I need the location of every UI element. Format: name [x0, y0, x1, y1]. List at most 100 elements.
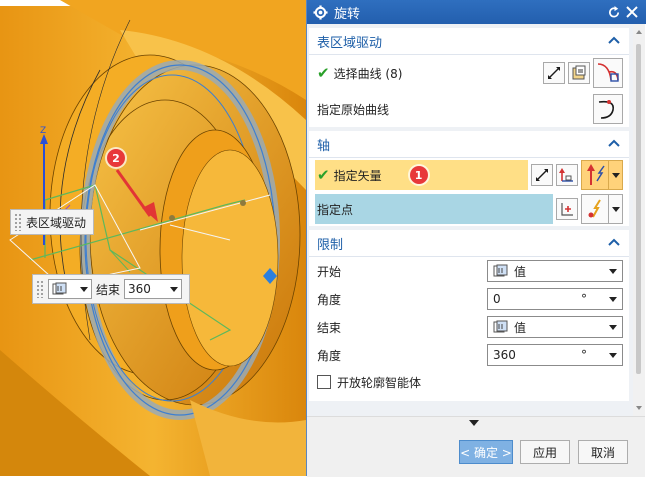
close-icon — [626, 6, 638, 18]
end-type-dropdown[interactable] — [48, 279, 92, 299]
value-type-icon — [52, 282, 67, 295]
chevron-down-icon — [609, 268, 617, 274]
revolve-dialog: 旋转 表区域驱动 ✔ 选择曲线 (8) 指定原始曲线 轴 ✔ 指定矢量 1 指定… — [306, 0, 646, 477]
reverse-direction-button[interactable] — [543, 62, 565, 84]
curve-rule-button[interactable] — [568, 62, 590, 84]
original-curve-button[interactable] — [593, 94, 623, 124]
vector-inference-button[interactable] — [581, 160, 609, 190]
group-limits: 限制 开始 值 角度 0 ° 结束 值 角度 360 ° 开放轮廓智能体 — [309, 230, 629, 401]
point-dialog-button[interactable] — [556, 198, 578, 220]
reverse-direction-icon — [548, 67, 560, 79]
dialog-content: 表区域驱动 ✔ 选择曲线 (8) 指定原始曲线 轴 ✔ 指定矢量 1 指定点 限… — [307, 24, 633, 416]
group-title: 限制 — [317, 237, 344, 253]
vector-dialog-button[interactable] — [556, 164, 578, 186]
close-button[interactable] — [624, 4, 640, 20]
group-title: 轴 — [317, 138, 331, 154]
callout-badge-2: 2 — [107, 149, 125, 167]
end-value-input[interactable]: 360 — [124, 279, 183, 299]
original-curve-label: 指定原始曲线 — [317, 102, 390, 117]
chevron-up-icon[interactable] — [607, 137, 621, 151]
surface-drive-label[interactable]: 表区域驱动 — [10, 209, 94, 235]
drag-grip[interactable] — [36, 280, 44, 298]
graphics-viewport[interactable]: Z 2 表区域驱动 结束 360 — [0, 0, 306, 476]
open-profile-checkbox[interactable] — [317, 375, 331, 389]
curve-icon — [598, 100, 615, 119]
end-angle-label: 角度 — [317, 348, 342, 363]
drag-grip[interactable] — [14, 213, 22, 231]
specify-vector-label: 指定矢量 — [333, 168, 382, 183]
select-curve-row[interactable]: ✔ 选择曲线 (8) — [309, 55, 629, 91]
dialog-scrollbar[interactable] — [633, 24, 645, 416]
dialog-footer: < 确定 > 应用 取消 — [307, 416, 645, 477]
start-type-value: 值 — [514, 264, 527, 279]
value-type-icon — [493, 264, 508, 277]
specify-point-label: 指定点 — [315, 194, 553, 224]
point-inference-button[interactable] — [581, 194, 609, 224]
degree-unit: ° — [581, 348, 587, 362]
degree-unit: ° — [581, 292, 587, 306]
group-title: 表区域驱动 — [317, 35, 383, 51]
end-angle-input[interactable]: 360 ° — [487, 344, 623, 366]
vector-constructor-icon — [559, 168, 573, 182]
select-curve-button[interactable] — [593, 58, 623, 88]
end-type-value: 值 — [514, 320, 527, 335]
start-angle-input[interactable]: 0 ° — [487, 288, 623, 310]
open-profile-row[interactable]: 开放轮廓智能体 — [309, 369, 629, 395]
dialog-title: 旋转 — [334, 6, 361, 22]
end-field-label: 结束 — [96, 282, 121, 297]
point-constructor-icon — [561, 203, 573, 216]
chevron-down-icon — [609, 324, 617, 330]
specify-vector-row[interactable]: ✔ 指定矢量 1 — [309, 158, 629, 192]
group-limits-header[interactable]: 限制 — [309, 230, 629, 257]
inferred-point-icon — [588, 199, 601, 218]
ok-button[interactable]: < 确定 > — [459, 440, 513, 464]
start-label: 开始 — [317, 264, 342, 279]
more-options-icon[interactable] — [469, 420, 479, 426]
vector-type-dropdown[interactable] — [609, 160, 623, 190]
original-curve-row[interactable]: 指定原始曲线 — [309, 91, 629, 127]
gear-icon — [313, 4, 328, 20]
chevron-up-icon[interactable] — [607, 34, 621, 48]
group-surface-drive: 表区域驱动 ✔ 选择曲线 (8) 指定原始曲线 — [309, 28, 629, 127]
start-type-select[interactable]: 值 — [487, 260, 623, 282]
specify-point-row[interactable]: 指定点 — [309, 192, 629, 226]
axis-z-label: Z — [40, 126, 46, 136]
end-value-toolbar[interactable]: 结束 360 — [32, 274, 190, 304]
chevron-down-icon — [80, 286, 88, 292]
inferred-vector-icon — [587, 164, 605, 185]
select-curve-icon — [597, 63, 619, 82]
point-type-dropdown[interactable] — [609, 194, 623, 224]
select-curve-label: 选择曲线 (8) — [333, 66, 403, 81]
end-type-select[interactable]: 值 — [487, 316, 623, 338]
cancel-button[interactable]: 取消 — [578, 440, 628, 464]
group-axis: 轴 ✔ 指定矢量 1 指定点 — [309, 131, 629, 226]
callout-badge-1: 1 — [409, 166, 428, 184]
open-profile-label: 开放轮廓智能体 — [337, 375, 422, 390]
dialog-titlebar[interactable]: 旋转 — [307, 0, 646, 24]
chevron-down-icon — [170, 286, 179, 292]
part-3d-view: Z — [0, 0, 306, 476]
chevron-down-icon — [611, 172, 620, 178]
reset-button[interactable] — [606, 4, 622, 20]
reset-icon — [608, 5, 619, 17]
start-angle-row: 角度 0 ° — [309, 285, 629, 313]
chevron-down-icon — [609, 352, 617, 358]
reverse-vector-button[interactable] — [531, 164, 553, 186]
scroll-up-icon[interactable] — [633, 27, 645, 37]
start-angle-value: 0 — [493, 292, 501, 306]
end-angle-row: 角度 360 ° — [309, 341, 629, 369]
start-angle-label: 角度 — [317, 292, 342, 307]
curve-rule-icon — [572, 65, 586, 80]
apply-button[interactable]: 应用 — [520, 440, 570, 464]
chevron-down-icon — [611, 206, 620, 212]
group-axis-header[interactable]: 轴 — [309, 131, 629, 158]
end-angle-value: 360 — [493, 348, 516, 362]
chevron-down-icon — [609, 296, 617, 302]
scroll-down-icon[interactable] — [633, 403, 645, 413]
end-row: 结束 值 — [309, 313, 629, 341]
scroll-thumb[interactable] — [636, 44, 641, 374]
group-surface-drive-header[interactable]: 表区域驱动 — [309, 28, 629, 55]
reverse-direction-icon — [536, 169, 548, 181]
chevron-up-icon[interactable] — [607, 236, 621, 250]
end-label: 结束 — [317, 320, 342, 335]
